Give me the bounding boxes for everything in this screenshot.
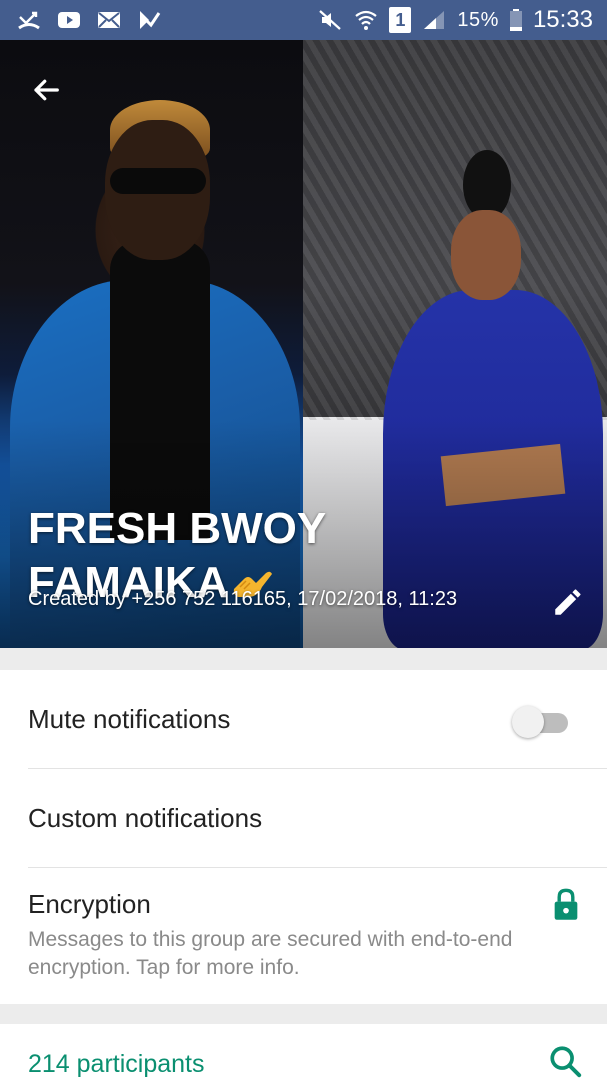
battery-percent: 15% — [457, 8, 499, 31]
wifi-icon — [353, 9, 379, 31]
mute-notifications-row[interactable]: Mute notifications — [0, 670, 607, 768]
mail-icon — [96, 9, 122, 31]
group-header: FRESH BWOY FAMAIKA Created by +256 752 1… — [0, 40, 607, 648]
missed-call-icon — [16, 9, 42, 31]
mute-toggle[interactable] — [512, 706, 570, 738]
custom-notifications-label: Custom notifications — [28, 803, 263, 833]
search-icon — [550, 1046, 582, 1078]
mute-icon — [317, 9, 343, 31]
back-button[interactable] — [26, 70, 66, 110]
participants-header: 214 participants — [0, 1024, 607, 1080]
youtube-icon — [56, 9, 82, 31]
arrow-left-icon — [34, 79, 59, 101]
clock: 15:33 — [532, 6, 593, 33]
sim-icon: 1 — [389, 7, 412, 33]
photo-face — [451, 210, 521, 300]
search-participants-button[interactable] — [548, 1044, 584, 1080]
participants-count: 214 participants — [28, 1050, 205, 1078]
status-bar: 1 15% 15:33 — [0, 0, 607, 40]
group-settings-card: Mute notifications Custom notifications … — [0, 670, 607, 1004]
battery-icon — [509, 9, 523, 31]
section-gap — [0, 1004, 607, 1024]
custom-notifications-row[interactable]: Custom notifications — [0, 769, 607, 867]
encryption-description: Messages to this group are secured with … — [28, 928, 513, 979]
mute-toggle-thumb — [512, 706, 544, 738]
photo-glasses — [110, 168, 206, 194]
signal-icon — [421, 9, 447, 31]
lock-icon — [554, 888, 578, 920]
edit-group-button[interactable] — [548, 582, 588, 622]
encryption-label: Encryption — [28, 889, 151, 919]
section-gap — [0, 648, 607, 670]
mute-notifications-label: Mute notifications — [28, 704, 231, 734]
group-created-by: Created by +256 752 116165, 17/02/2018, … — [28, 588, 458, 610]
checklist-icon — [136, 9, 162, 31]
pencil-icon — [555, 589, 581, 615]
